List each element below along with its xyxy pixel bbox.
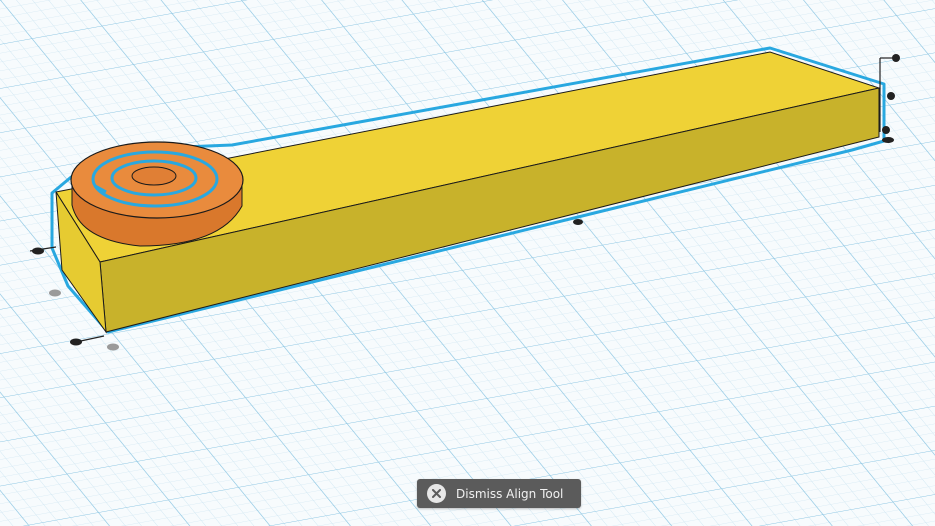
align-handle-left[interactable]	[32, 247, 44, 255]
align-handle-bottom-left-shadow[interactable]	[107, 343, 119, 351]
align-handle-bottom-left[interactable]	[70, 338, 82, 346]
workplane-canvas[interactable]	[0, 0, 935, 526]
close-icon	[427, 484, 446, 503]
align-handle-left-shadow[interactable]	[49, 289, 61, 297]
dismiss-align-tool-label: Dismiss Align Tool	[456, 486, 564, 501]
align-handle-bottom[interactable]	[882, 126, 890, 134]
align-handle-center[interactable]	[573, 219, 583, 225]
align-handle-right[interactable]	[882, 137, 894, 143]
orange-spiral-shape[interactable]	[70, 141, 244, 247]
dismiss-align-tool-button[interactable]: Dismiss Align Tool	[417, 479, 581, 508]
ring-center	[131, 166, 177, 186]
align-handle-top[interactable]	[892, 54, 900, 62]
align-handle-middle[interactable]	[887, 92, 895, 100]
